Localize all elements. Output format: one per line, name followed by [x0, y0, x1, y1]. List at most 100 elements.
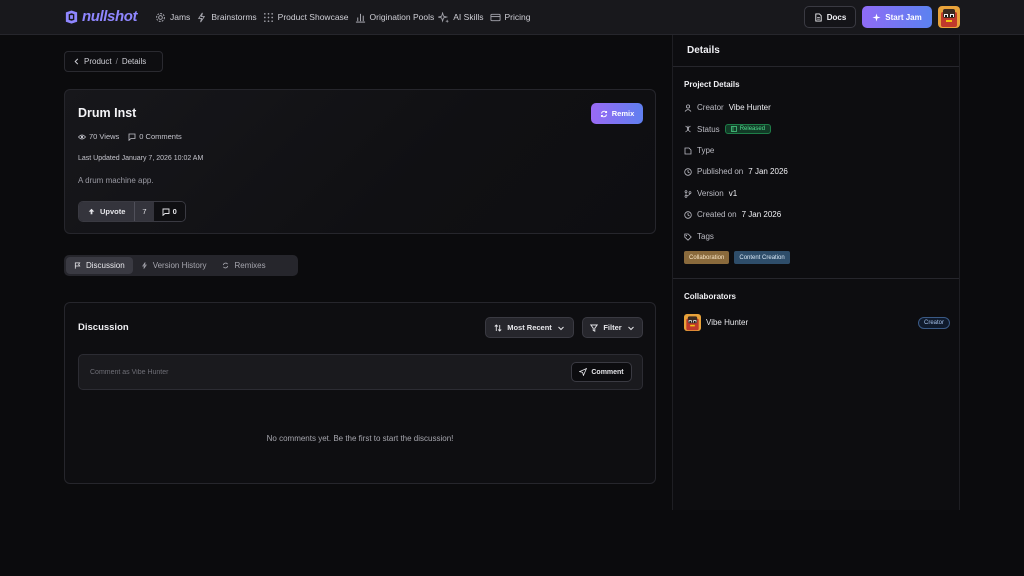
views-stat: 70 Views	[78, 132, 119, 141]
bar-chart-icon	[355, 13, 365, 23]
creator-value[interactable]: Vibe Hunter	[729, 103, 771, 112]
docs-button[interactable]: Docs	[804, 6, 856, 28]
project-description: A drum machine app.	[78, 176, 154, 185]
nav-item-jams[interactable]: Jams	[155, 12, 190, 23]
tag-icon	[684, 233, 692, 241]
sparkles-icon	[438, 11, 450, 23]
comment-input[interactable]	[80, 356, 550, 388]
send-icon	[579, 368, 588, 376]
project-details-title: Project Details	[684, 80, 740, 89]
details-header: Details	[673, 35, 959, 67]
comments-button[interactable]: 0	[153, 202, 185, 221]
logo-mark-icon	[65, 10, 78, 24]
gear-icon	[156, 12, 165, 22]
nav-item-label: Jams	[170, 12, 191, 22]
published-label: Published on	[697, 167, 744, 176]
sort-label: Most Recent	[507, 323, 552, 332]
tab-label: Version History	[152, 261, 207, 270]
branch-icon	[684, 189, 692, 198]
nav-item-origination-pools[interactable]: Origination Pools	[355, 12, 435, 23]
filter-dropdown[interactable]: Filter	[582, 317, 643, 338]
tags-list: Collaboration Content Creation	[684, 251, 790, 264]
main-nav: Jams Brainstorms Product Showcase Origin…	[155, 10, 536, 24]
remix-label: Remix	[611, 109, 635, 118]
comment-submit-button[interactable]: Comment	[571, 362, 632, 382]
nav-item-brainstorms[interactable]: Brainstorms	[196, 12, 257, 23]
tag-chip[interactable]: Content Creation	[734, 251, 790, 264]
lightning-icon	[198, 12, 206, 22]
type-row: Type	[684, 146, 714, 155]
comments-button-count: 0	[172, 207, 177, 216]
refresh-icon	[600, 110, 607, 117]
nav-item-ai-skills[interactable]: AI Skills	[438, 11, 484, 23]
created-value: 7 Jan 2026	[741, 210, 782, 219]
published-value: 7 Jan 2026	[748, 167, 788, 176]
user-icon	[684, 103, 692, 112]
creator-label: Creator	[697, 103, 724, 112]
creator-row: Creator Vibe Hunter	[684, 103, 771, 112]
tag-chip[interactable]: Collaboration	[684, 251, 730, 264]
version-row: Version v1	[684, 189, 737, 198]
tags-label: Tags	[697, 232, 714, 241]
lightning-icon	[141, 262, 147, 269]
credit-card-icon	[489, 13, 501, 21]
avatar-image	[684, 314, 701, 331]
tab-label: Remixes	[234, 261, 266, 270]
status-value: Released	[739, 126, 766, 132]
logo[interactable]: nullshot	[64, 8, 138, 26]
remix-button[interactable]: Remix	[591, 103, 643, 124]
clock-icon	[684, 167, 692, 176]
sort-dropdown[interactable]: Most Recent	[485, 317, 574, 338]
project-stats: 70 Views 0 Comments	[78, 132, 182, 141]
project-title: Drum Inst	[78, 106, 137, 120]
sparkle-icon	[872, 12, 881, 22]
chevron-down-icon	[557, 326, 564, 330]
logo-text: nullshot	[82, 8, 138, 25]
nav-item-pricing[interactable]: Pricing	[489, 12, 530, 23]
details-panel: Details Project Details Creator Vibe Hun…	[672, 35, 960, 510]
comment-composer: Comment	[78, 354, 643, 390]
vote-group: Upvote 7 0	[78, 201, 186, 222]
top-navigation-bar: nullshot Jams Brainstorms Product Showca…	[0, 0, 1024, 35]
status-row: Status Released	[684, 124, 772, 134]
upvote-label: Upvote	[100, 207, 126, 216]
clock-icon	[684, 210, 692, 219]
status-label: Status	[697, 124, 720, 134]
upvote-button[interactable]: Upvote	[79, 202, 135, 221]
nav-item-product-showcase[interactable]: Product Showcase	[263, 12, 349, 23]
collaborator-item[interactable]: Vibe Hunter Creator	[684, 313, 950, 332]
version-label: Version	[697, 189, 724, 198]
breadcrumb[interactable]: Product / Details	[64, 51, 163, 72]
published-row: Published on 7 Jan 2026	[684, 167, 788, 176]
refresh-icon	[223, 262, 229, 269]
status-badge: Released	[724, 124, 772, 134]
tab-label: Discussion	[86, 261, 125, 270]
tab-discussion[interactable]: Discussion	[66, 257, 133, 274]
breadcrumb-parent[interactable]: Product	[84, 57, 112, 66]
nav-item-label: AI Skills	[453, 12, 484, 22]
views-count: 70 Views	[89, 132, 120, 141]
tab-remixes[interactable]: Remixes	[214, 257, 273, 274]
user-avatar[interactable]	[938, 6, 960, 28]
comments-count: 0 Comments	[139, 132, 182, 141]
eye-icon	[78, 134, 86, 139]
discussion-card: Discussion Most Recent Filter Comment No…	[64, 302, 656, 484]
breadcrumb-separator: /	[115, 57, 118, 66]
network-icon	[685, 125, 691, 133]
tab-version-history[interactable]: Version History	[133, 257, 215, 274]
grid-icon	[263, 12, 273, 22]
breadcrumb-current: Details	[121, 57, 147, 66]
docs-label: Docs	[826, 12, 847, 22]
created-row: Created on 7 Jan 2026	[684, 210, 781, 219]
avatar	[684, 314, 701, 331]
content-tabs: Discussion Version History Remixes	[64, 255, 298, 276]
sort-arrows-icon	[494, 323, 502, 332]
avatar-image	[938, 6, 960, 28]
nav-item-label: Origination Pools	[369, 12, 435, 22]
version-value: v1	[728, 189, 738, 198]
start-jam-label: Start Jam	[885, 12, 922, 22]
arrow-up-icon	[88, 208, 95, 215]
start-jam-button[interactable]: Start Jam	[862, 6, 932, 28]
type-label: Type	[697, 146, 715, 155]
project-card: Drum Inst Remix 70 Views 0 Comments Last…	[64, 89, 656, 234]
